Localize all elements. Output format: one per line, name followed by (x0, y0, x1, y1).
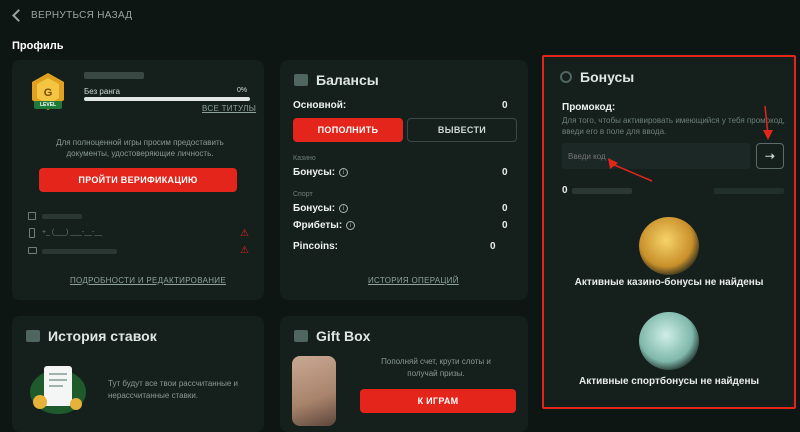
giftbox-header: Gift Box (294, 328, 370, 344)
bets-history-card: История ставок Тут будут все твои рассчи… (12, 316, 264, 432)
bets-history-header: История ставок (26, 328, 157, 344)
arrow-annotation-2 (611, 163, 653, 182)
gift-icon (294, 330, 308, 342)
bets-illustration-icon (28, 358, 88, 420)
arrow-head-1 (763, 130, 773, 140)
giftbox-title: Gift Box (316, 328, 371, 344)
to-games-button[interactable]: К ИГРАМ (360, 389, 516, 413)
document-icon (26, 330, 40, 342)
giftbox-text: Пополняй счет, крути слоты и получай при… (381, 357, 491, 378)
bets-history-title: История ставок (48, 328, 157, 344)
gift-illustration-icon (292, 356, 336, 426)
giftbox-card: Gift Box Пополняй счет, крути слоты и по… (280, 316, 528, 432)
bets-history-text: Тут будут все твои рассчитанные и нерасс… (108, 379, 239, 400)
arrow-head-2 (608, 158, 618, 169)
